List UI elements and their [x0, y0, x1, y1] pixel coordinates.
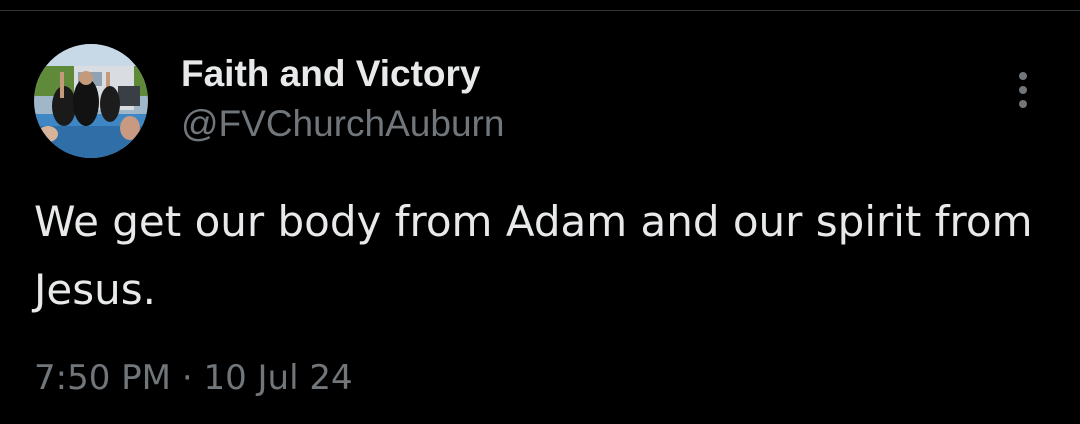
- more-options-button[interactable]: [1004, 68, 1042, 112]
- more-vertical-icon: [1019, 72, 1027, 108]
- tweet-time-link[interactable]: 7:50 PM: [34, 358, 171, 398]
- tweet-text: We get our body from Adam and our spirit…: [34, 197, 1033, 314]
- avatar[interactable]: [34, 44, 148, 158]
- top-divider: [0, 10, 1080, 11]
- meta-separator: ·: [181, 358, 193, 398]
- tweet-metadata: 7:50 PM · 10 Jul 24: [34, 356, 353, 400]
- author-display-name[interactable]: Faith and Victory: [181, 52, 481, 96]
- author-handle[interactable]: @FVChurchAuburn: [181, 102, 504, 146]
- avatar-photo-icon: [34, 44, 148, 158]
- tweet-date-link[interactable]: 10 Jul 24: [203, 358, 352, 398]
